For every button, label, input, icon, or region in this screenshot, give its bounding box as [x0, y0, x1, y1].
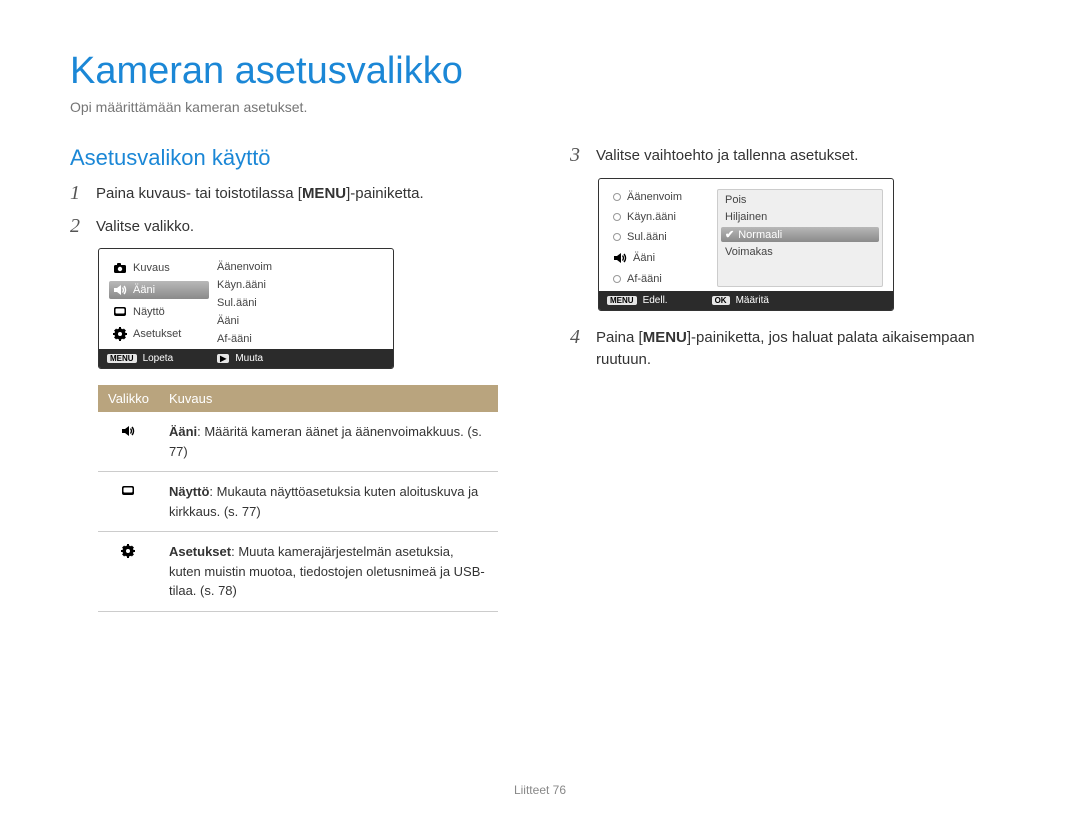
check-icon: ✔	[725, 229, 734, 241]
status-bar: MENU Lopeta ▶ Muuta	[99, 349, 393, 368]
menu-description-table: Valikko Kuvaus Ääni: Määritä kameran ään…	[98, 385, 498, 612]
footer-section: Liitteet	[514, 783, 549, 797]
radio-dot-icon	[613, 233, 621, 241]
submenu-item: Käyn.ääni	[217, 279, 383, 291]
option-label: Hiljainen	[725, 211, 767, 223]
sound-icon	[613, 251, 627, 265]
submenu-label: Af-ääni	[627, 273, 662, 285]
submenu-item: Af-ääni	[609, 271, 709, 287]
option-item: Hiljainen	[721, 210, 879, 224]
status-label: Muuta	[235, 353, 263, 364]
menu-category-label: Ääni	[133, 284, 155, 296]
table-desc-cell: Näyttö: Mukauta näyttöasetuksia kuten al…	[159, 472, 498, 532]
table-icon-cell	[98, 412, 159, 472]
camera-screen-figure-1: Kuvaus Ääni Näyttö Asetukset Äänenvoim Käyn.…	[98, 248, 394, 369]
status-key: MENU	[107, 354, 137, 363]
option-item: ✔ Normaali	[721, 227, 879, 242]
submenu-item: Äänenvoim	[609, 189, 709, 205]
table-header-menu: Valikko	[98, 385, 159, 412]
submenu-item: Sul.ääni	[217, 297, 383, 309]
option-item: Pois	[721, 193, 879, 207]
table-icon-cell	[98, 472, 159, 532]
status-label: Määritä	[736, 295, 769, 306]
submenu-item: Äänenvoim	[217, 261, 383, 273]
menu-category-item: Ääni	[109, 281, 209, 299]
submenu-label: Käyn.ääni	[627, 211, 676, 223]
section-heading: Asetusvalikon käyttö	[70, 145, 510, 171]
option-label: Normaali	[738, 229, 782, 241]
table-header-desc: Kuvaus	[159, 385, 498, 412]
step-text: Valitse valikko.	[96, 216, 194, 239]
step-text: Paina [	[596, 329, 643, 346]
camera-icon	[113, 261, 127, 275]
submenu-label: Sul.ääni	[627, 231, 667, 243]
table-row: Näyttö: Mukauta näyttöasetuksia kuten al…	[98, 472, 498, 532]
option-label: Voimakas	[725, 246, 773, 258]
step-number: 1	[70, 183, 86, 203]
sound-icon	[113, 283, 127, 297]
gear-icon	[113, 327, 127, 341]
page-title: Kameran asetusvalikko	[70, 50, 1010, 93]
menu-category-label: Kuvaus	[133, 262, 170, 274]
menu-category-item: Asetukset	[109, 325, 209, 343]
table-row: Ääni: Määritä kameran äänet ja äänenvoim…	[98, 412, 498, 472]
menu-key: MENU	[643, 329, 687, 346]
submenu-item: Ääni	[609, 249, 709, 267]
gear-icon	[121, 544, 135, 558]
step-4: 4 Paina [MENU]-painiketta, jos haluat pa…	[570, 327, 1010, 372]
status-key: MENU	[607, 296, 637, 305]
menu-category-label: Näyttö	[133, 306, 165, 318]
step-2: 2 Valitse valikko.	[70, 216, 510, 239]
option-label: Pois	[725, 194, 746, 206]
menu-category-item: Kuvaus	[109, 259, 209, 277]
radio-dot-icon	[613, 193, 621, 201]
menu-category-item: Näyttö	[109, 303, 209, 321]
display-icon	[113, 305, 127, 319]
menu-key: MENU	[302, 185, 346, 202]
status-label: Edell.	[643, 295, 668, 306]
submenu-item: Käyn.ääni	[609, 209, 709, 225]
page-subtitle: Opi määrittämään kameran asetukset.	[70, 99, 1010, 115]
camera-screen-figure-2: Äänenvoim Käyn.ääni Sul.ääni Ääni Af-ääni Po…	[598, 178, 894, 311]
option-item: Voimakas	[721, 245, 879, 259]
table-desc-cell: Ääni: Määritä kameran äänet ja äänenvoim…	[159, 412, 498, 472]
radio-dot-icon	[613, 213, 621, 221]
step-number: 3	[570, 145, 586, 165]
table-icon-cell	[98, 532, 159, 612]
status-key: OK	[712, 296, 730, 305]
step-number: 2	[70, 216, 86, 236]
step-text: Valitse vaihtoehto ja tallenna asetukset…	[596, 145, 858, 168]
sound-icon	[121, 424, 135, 438]
status-label: Lopeta	[143, 353, 174, 364]
submenu-item: Ääni	[217, 315, 383, 327]
display-icon	[121, 484, 135, 498]
step-3: 3 Valitse vaihtoehto ja tallenna asetuks…	[570, 145, 1010, 168]
menu-category-label: Asetukset	[133, 328, 181, 340]
table-desc-cell: Asetukset: Muuta kamerajärjestelmän aset…	[159, 532, 498, 612]
step-text: ]-painiketta.	[346, 185, 424, 202]
submenu-item: Af-ääni	[217, 333, 383, 345]
step-number: 4	[570, 327, 586, 347]
step-text: Paina kuvaus- tai toistotilassa [	[96, 185, 302, 202]
radio-dot-icon	[613, 275, 621, 283]
page-footer: Liitteet 76	[0, 783, 1080, 797]
step-1: 1 Paina kuvaus- tai toistotilassa [MENU]…	[70, 183, 510, 206]
status-key: ▶	[217, 354, 229, 363]
submenu-item: Sul.ääni	[609, 229, 709, 245]
status-bar: MENU Edell. OK Määritä	[599, 291, 893, 310]
footer-page-number: 76	[553, 783, 566, 797]
submenu-label: Äänenvoim	[627, 191, 682, 203]
table-row: Asetukset: Muuta kamerajärjestelmän aset…	[98, 532, 498, 612]
submenu-label: Ääni	[633, 252, 655, 264]
